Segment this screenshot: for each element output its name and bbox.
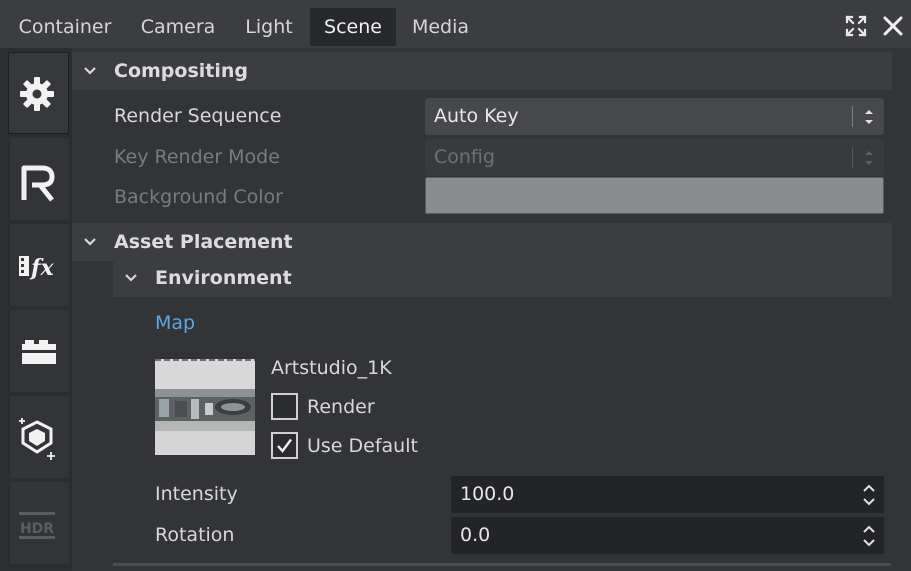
- render-checkbox-label: Render: [307, 396, 375, 418]
- tab-media[interactable]: Media: [398, 8, 483, 46]
- section-title: Environment: [155, 267, 292, 289]
- background-color-swatch: [425, 177, 884, 214]
- fx-icon: fx: [19, 255, 54, 281]
- section-compositing[interactable]: Compositing: [72, 52, 892, 90]
- tab-camera[interactable]: Camera: [130, 8, 226, 46]
- section-title: Asset Placement: [114, 231, 293, 253]
- chevron-down-icon[interactable]: [80, 52, 100, 90]
- intensity-value: 100.0: [460, 483, 515, 505]
- tab-light[interactable]: Light: [234, 8, 304, 46]
- shield-placement-icon: [19, 418, 55, 460]
- checkmark-icon: [277, 438, 292, 453]
- svg-text:HDR: HDR: [20, 521, 54, 537]
- map-link[interactable]: Map: [155, 309, 195, 337]
- map-name: Artstudio_1K: [271, 357, 392, 379]
- sidebar-item-asset-placement[interactable]: [8, 396, 69, 478]
- scrollbar[interactable]: [893, 50, 911, 571]
- key-render-mode-value: Config: [434, 146, 495, 168]
- rotation-field[interactable]: 0.0: [451, 517, 884, 554]
- updown-arrows-icon: [865, 110, 873, 124]
- maximize-icon[interactable]: [842, 12, 870, 40]
- intensity-field[interactable]: 100.0: [451, 476, 884, 513]
- section-environment[interactable]: Environment: [113, 259, 892, 297]
- tab-scene[interactable]: Scene: [310, 8, 396, 46]
- sidebar-item-effects[interactable]: fx: [8, 224, 69, 306]
- spinner-arrows-icon[interactable]: [862, 481, 876, 509]
- tab-bar: Container Camera Light Scene Media: [0, 0, 911, 48]
- layers-icon: [22, 340, 56, 364]
- side-toolbar: fx HDR: [0, 48, 72, 571]
- environment-map-thumbnail[interactable]: [155, 359, 255, 455]
- tab-container[interactable]: Container: [8, 8, 122, 46]
- svg-text:fx: fx: [29, 255, 54, 281]
- section-title: Compositing: [114, 60, 248, 82]
- chevron-down-icon[interactable]: [121, 259, 141, 297]
- hdr-icon: HDR: [19, 512, 55, 539]
- gear-icon: [20, 77, 54, 111]
- sidebar-item-layers[interactable]: [8, 310, 69, 392]
- section-divider: [113, 563, 891, 566]
- section-asset-placement[interactable]: Asset Placement: [72, 223, 892, 261]
- dropdown-divider: [852, 147, 853, 168]
- spinner-arrows-icon[interactable]: [862, 522, 876, 550]
- render-checkbox[interactable]: [271, 393, 298, 420]
- updown-arrows-icon: [865, 151, 873, 165]
- render-sequence-value: Auto Key: [434, 105, 519, 127]
- render-r-icon: [21, 165, 55, 202]
- rotation-value: 0.0: [460, 524, 491, 546]
- background-color-label: Background Color: [114, 186, 283, 208]
- close-icon[interactable]: [879, 12, 907, 40]
- dropdown-divider: [852, 106, 853, 127]
- sidebar-item-scene-settings[interactable]: [8, 52, 69, 134]
- chevron-down-icon[interactable]: [80, 223, 100, 261]
- sidebar-item-hdr[interactable]: HDR: [8, 482, 69, 564]
- render-sequence-select[interactable]: Auto Key: [425, 98, 884, 135]
- sidebar-item-render[interactable]: [8, 138, 69, 220]
- intensity-label: Intensity: [155, 483, 238, 505]
- use-default-checkbox[interactable]: [271, 432, 298, 459]
- key-render-mode-select: Config: [425, 139, 884, 176]
- render-sequence-label: Render Sequence: [114, 105, 282, 127]
- rotation-label: Rotation: [155, 524, 235, 546]
- key-render-mode-label: Key Render Mode: [114, 146, 280, 168]
- use-default-checkbox-label: Use Default: [307, 435, 418, 457]
